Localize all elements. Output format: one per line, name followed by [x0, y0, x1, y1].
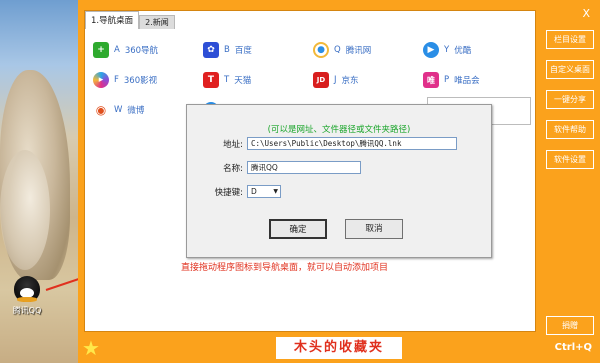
youku-icon: ▶: [423, 42, 439, 58]
hotkey-row: 快捷键: D ▼: [187, 185, 281, 198]
address-row: 地址: C:\Users\Public\Desktop\腾讯QQ.lnk: [187, 137, 457, 150]
name-label: 名称:: [223, 163, 243, 174]
hotkey-select[interactable]: D ▼: [247, 185, 281, 198]
address-label: 地址:: [223, 139, 243, 150]
shortcut-360-video[interactable]: ▸ F 360影视: [93, 65, 203, 95]
donate-button[interactable]: 捐赠: [546, 316, 594, 335]
name-row: 名称: 腾讯QQ: [187, 161, 361, 174]
tab-bar: 1.导航桌面 2.新闻: [85, 11, 175, 29]
jd-icon: JD: [313, 72, 329, 88]
add-shortcut-dialog: (可以是网址、文件器径或文件夹路径) 地址: C:\Users\Public\D…: [186, 104, 492, 258]
tab-news[interactable]: 2.新闻: [139, 15, 175, 29]
vip-icon: 唯: [423, 72, 439, 88]
column-settings-button[interactable]: 栏目设置: [546, 30, 594, 49]
close-button[interactable]: X: [582, 7, 590, 20]
dialog-hint: (可以是网址、文件器径或文件夹路径): [267, 125, 411, 135]
desktop-qq-label: 腾讯QQ: [12, 306, 42, 315]
360-nav-icon: +: [93, 42, 109, 58]
drag-instruction-text: 直接拖动程序图标到导航桌面，就可以自动添加项目: [181, 263, 389, 273]
chevron-down-icon: ▼: [273, 188, 278, 195]
shortcut-youku[interactable]: ▶ Y 优酷: [423, 35, 533, 65]
name-field[interactable]: 腾讯QQ: [247, 161, 361, 174]
shortcut-vip[interactable]: 唯 P 唯品会: [423, 65, 533, 95]
weibo-icon: ◉: [93, 102, 109, 118]
qq-penguin-icon: [14, 276, 40, 302]
shortcut-tmall[interactable]: T T 天猫: [203, 65, 313, 95]
shortcut-baidu[interactable]: ✿ B 百度: [203, 35, 313, 65]
qq-web-icon: ●: [313, 42, 329, 58]
brand-banner: 木头的收藏夹: [276, 337, 402, 359]
help-button[interactable]: 软件帮助: [546, 120, 594, 139]
software-settings-button[interactable]: 软件设置: [546, 150, 594, 169]
tmall-icon: T: [203, 72, 219, 88]
shortcut-jd[interactable]: JD J 京东: [313, 65, 423, 95]
baidu-icon: ✿: [203, 42, 219, 58]
hotkey-field-label: 快捷键:: [214, 187, 243, 198]
address-field[interactable]: C:\Users\Public\Desktop\腾讯QQ.lnk: [247, 137, 457, 150]
star-icon[interactable]: ★: [82, 338, 100, 358]
shortcut-qq-web[interactable]: ● Q 腾讯网: [313, 35, 423, 65]
hotkey-label: Ctrl+Q: [554, 342, 592, 353]
tab-nav-desktop[interactable]: 1.导航桌面: [85, 11, 140, 29]
share-button[interactable]: 一键分享: [546, 90, 594, 109]
cancel-button[interactable]: 取消: [345, 219, 403, 239]
ok-button[interactable]: 确定: [269, 219, 327, 239]
shortcut-360-nav[interactable]: + A 360导航: [93, 35, 203, 65]
360-video-icon: ▸: [93, 72, 109, 88]
side-button-column: 栏目设置 自定义桌面 一键分享 软件帮助 软件设置: [546, 30, 594, 180]
custom-desktop-button[interactable]: 自定义桌面: [546, 60, 594, 79]
